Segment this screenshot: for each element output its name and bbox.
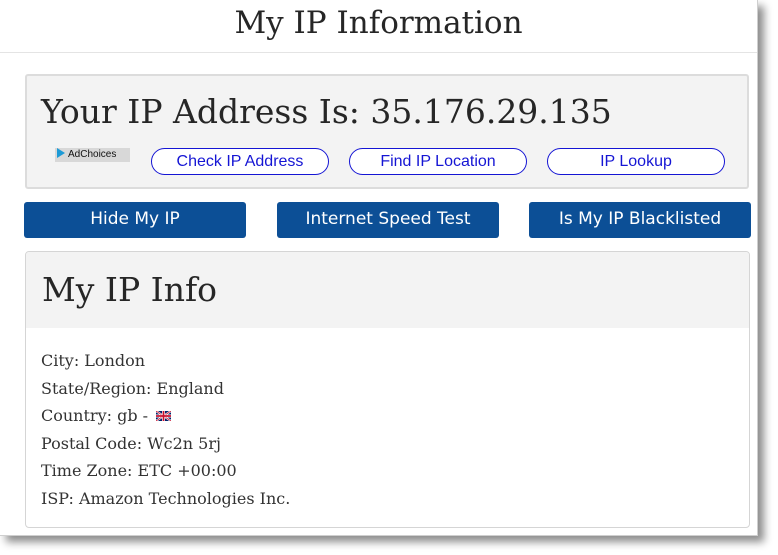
country-row: Country: gb - (41, 406, 172, 425)
ip-info-title: My IP Info (42, 270, 218, 309)
ip-info-header: My IP Info (26, 252, 749, 328)
isp-row: ISP: Amazon Technologies Inc. (41, 489, 291, 508)
hide-my-ip-button[interactable]: Hide My IP (24, 202, 246, 238)
ip-address-panel: Your IP Address Is: 35.176.29.135 AdChoi… (25, 74, 749, 189)
ip-address-heading: Your IP Address Is: 35.176.29.135 (41, 92, 612, 131)
browser-window: My IP Information Your IP Address Is: 35… (0, 0, 758, 536)
ip-info-card: My IP Info City: London State/Region: En… (25, 251, 750, 528)
check-ip-address-link[interactable]: Check IP Address (151, 148, 329, 175)
city-row: City: London (41, 351, 146, 370)
find-ip-location-link[interactable]: Find IP Location (349, 148, 527, 175)
ip-blacklisted-button[interactable]: Is My IP Blacklisted (529, 202, 751, 238)
adchoices-label: AdChoices (68, 149, 117, 160)
postal-code-row: Postal Code: Wc2n 5rj (41, 434, 221, 453)
internet-speed-test-button[interactable]: Internet Speed Test (277, 202, 499, 238)
region-row: State/Region: England (41, 379, 224, 398)
adchoices-icon (57, 148, 65, 158)
ip-lookup-link[interactable]: IP Lookup (547, 148, 725, 175)
time-zone-row: Time Zone: ETC +00:00 (41, 461, 237, 480)
page-title: My IP Information (0, 0, 757, 53)
uk-flag-icon (156, 411, 172, 421)
country-text: Country: gb - (41, 406, 154, 425)
adchoices-badge[interactable]: AdChoices (55, 148, 130, 162)
